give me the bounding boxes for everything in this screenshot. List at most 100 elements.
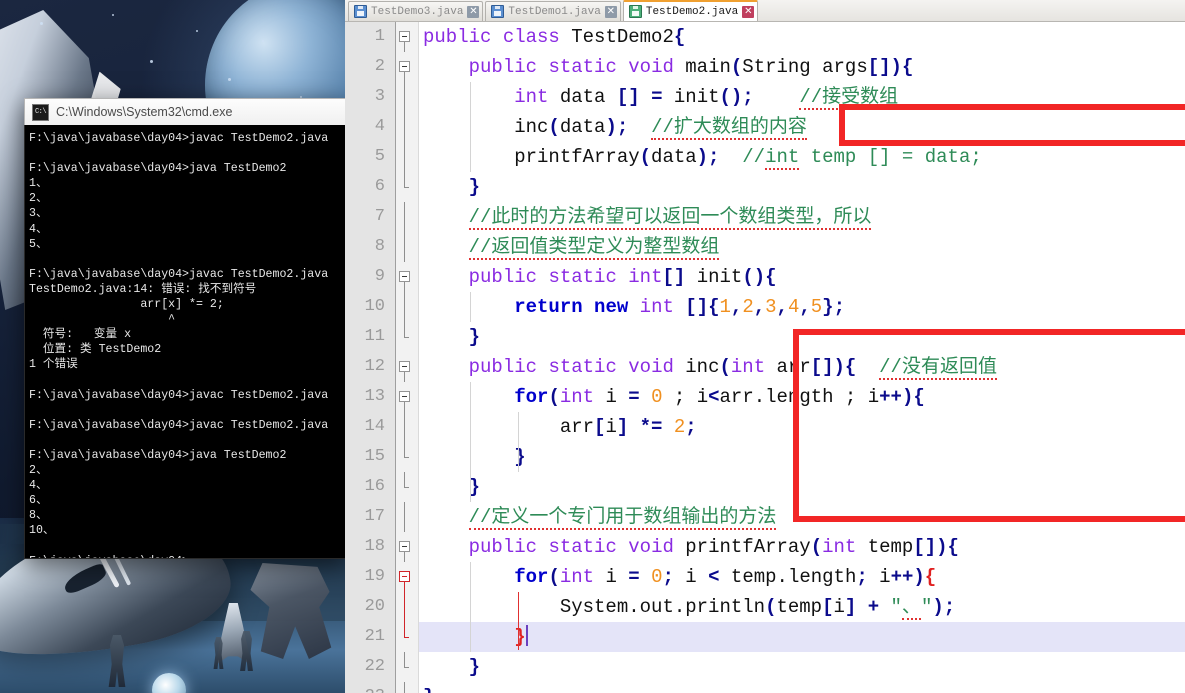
code-line-10[interactable]: return new int []{1,2,3,4,5}; [419,292,1185,322]
fold-row [396,502,418,532]
fold-collapse-icon[interactable] [399,31,410,42]
fold-row[interactable] [396,352,418,382]
fold-row [396,412,418,442]
indent-guide-error [518,592,519,650]
code-line-13[interactable]: for(int i = 0 ; i<arr.length ; i++){ [419,382,1185,412]
indent-guide [470,292,471,322]
fold-line [404,402,405,412]
fold-line [404,142,405,172]
line-number-gutter: 1 2 3 4 5 6 7 8 9 10 11 12 13 14 15 16 1… [345,22,396,693]
line-numbers: 1 2 3 4 5 6 7 8 9 10 11 12 13 14 15 16 1… [345,22,389,693]
code-line-6[interactable]: } [419,172,1185,202]
code-line-20[interactable]: System.out.println(temp[i] + "、"); [419,592,1185,622]
tab-label: TestDemo3.java [371,5,464,18]
tab-testdemo2[interactable]: TestDemo2.java ✕ [622,0,759,21]
line-number: 1 [374,27,385,46]
code-line-12[interactable]: public static void inc(int arr[]){ //没有返… [419,352,1185,382]
star [112,14,114,16]
fold-collapse-icon[interactable] [399,361,410,372]
fold-collapse-icon[interactable] [399,391,410,402]
indent-guide [470,82,471,172]
line-number: 12 [364,357,385,376]
fold-row[interactable] [396,532,418,562]
fold-collapse-icon[interactable] [399,541,410,552]
line-number: 11 [364,327,385,346]
line-number: 9 [374,267,385,286]
text-caret [525,625,528,646]
fold-end-marker [404,622,409,638]
fold-row [396,82,418,112]
star [150,60,153,63]
fold-line [404,72,405,82]
fold-line [404,282,405,292]
cmd-console-output[interactable]: F:\java\javabase\day04>javac TestDemo2.j… [24,125,346,559]
code-line-15[interactable]: } [419,442,1185,472]
tab-testdemo1[interactable]: TestDemo1.java ✕ [485,1,621,21]
code-editor-window[interactable]: TestDemo3.java ✕ TestDemo1.java ✕ TestDe… [345,0,1185,693]
fold-row [396,142,418,172]
line-number: 19 [364,567,385,586]
fold-collapse-icon[interactable] [399,271,410,282]
cmd-window[interactable]: C:\ C:\Windows\System32\cmd.exe F:\java\… [24,98,346,559]
code-line-3[interactable]: int data [] = init(); //接受数组 [419,82,1185,112]
fold-collapse-icon[interactable] [399,571,410,582]
close-icon[interactable]: ✕ [604,5,617,18]
star [40,22,43,25]
java-file-icon [628,5,642,18]
code-fold-gutter[interactable] [396,22,419,693]
fold-line [404,502,405,532]
cmd-titlebar[interactable]: C:\ C:\Windows\System32\cmd.exe [24,98,346,125]
code-line-2[interactable]: public static void main(String args[]){ [419,52,1185,82]
code-line-7[interactable]: //此时的方法希望可以返回一个数组类型，所以 [419,202,1185,232]
fold-end-marker [404,682,405,693]
code-line-22[interactable]: } [419,652,1185,682]
code-lines[interactable]: public class TestDemo2{ public static vo… [419,22,1185,693]
line-number: 22 [364,657,385,676]
fold-end-marker [404,322,409,338]
code-line-18[interactable]: public static void printfArray(int temp[… [419,532,1185,562]
indent-guide [518,412,519,472]
fold-line [404,232,405,262]
fold-row[interactable] [396,562,418,592]
fold-row[interactable] [396,22,418,52]
code-line-21[interactable]: } [419,622,1185,652]
code-line-8[interactable]: //返回值类型定义为整型数组 [419,232,1185,262]
fold-row [396,172,418,202]
code-line-9[interactable]: public static int[] init(){ [419,262,1185,292]
fold-line [404,42,405,52]
tab-label: TestDemo1.java [508,5,601,18]
fold-line [404,202,405,232]
fold-row [396,682,418,693]
code-line-17[interactable]: //定义一个专门用于数组输出的方法 [419,502,1185,532]
code-area[interactable]: 1 2 3 4 5 6 7 8 9 10 11 12 13 14 15 16 1… [345,22,1185,693]
line-number: 18 [364,537,385,556]
fold-row [396,202,418,232]
code-line-1[interactable]: public class TestDemo2{ [419,22,1185,52]
code-line-23[interactable]: } [419,682,1185,693]
java-file-icon [354,5,367,18]
fold-row[interactable] [396,52,418,82]
tab-testdemo3[interactable]: TestDemo3.java ✕ [348,1,484,21]
fold-row[interactable] [396,262,418,292]
fold-row [396,472,418,502]
line-number: 10 [364,297,385,316]
code-line-4[interactable]: inc(data); //扩大数组的内容 [419,112,1185,142]
fold-row[interactable] [396,382,418,412]
code-line-11[interactable]: } [419,322,1185,352]
fold-collapse-icon[interactable] [399,61,410,72]
star [228,78,231,81]
code-line-14[interactable]: arr[i] *= 2; [419,412,1185,442]
code-line-5[interactable]: printfArray(data); //int temp [] = data; [419,142,1185,172]
fold-line [404,552,405,562]
cmd-title-text: C:\Windows\System32\cmd.exe [56,105,233,119]
line-number: 14 [364,417,385,436]
java-file-icon [491,5,505,18]
fold-row [396,232,418,262]
fold-line [404,582,405,592]
close-icon[interactable]: ✕ [742,5,755,18]
code-line-19[interactable]: for(int i = 0; i < temp.length; i++){ [419,562,1185,592]
line-number: 23 [345,682,389,693]
close-icon[interactable]: ✕ [467,5,480,18]
code-line-16[interactable]: } [419,472,1185,502]
fold-line [404,372,405,382]
